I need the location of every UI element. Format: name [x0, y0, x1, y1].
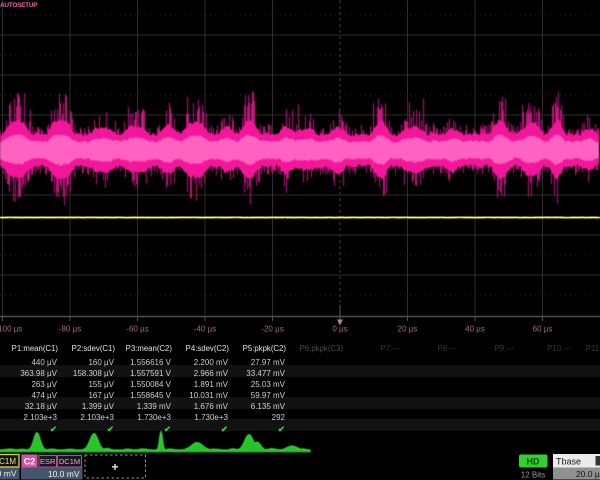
svg-text:59.97 mV: 59.97 mV [251, 391, 286, 400]
svg-text:1.891 mV: 1.891 mV [194, 380, 229, 389]
svg-text:6.135 mV: 6.135 mV [251, 402, 286, 411]
svg-text:✔: ✔ [107, 424, 114, 434]
svg-text:P4:sdev(C2): P4:sdev(C2) [186, 344, 230, 353]
svg-text:1.730e+3: 1.730e+3 [137, 413, 171, 422]
svg-text:20 µs: 20 µs [398, 325, 418, 334]
svg-text:10.0 mV: 10.0 mV [48, 469, 80, 479]
svg-text:158.308 µV: 158.308 µV [73, 369, 115, 378]
svg-text:Tbase: Tbase [556, 457, 581, 467]
svg-text:-100 µs: -100 µs [0, 325, 22, 334]
svg-text:160 µV: 160 µV [88, 358, 114, 367]
svg-text:25.03 mV: 25.03 mV [251, 380, 286, 389]
svg-text:DC1M: DC1M [0, 457, 16, 466]
svg-text:✔: ✔ [278, 424, 285, 434]
svg-text:-40 µs: -40 µs [194, 325, 216, 334]
svg-text:1.558645 V: 1.558645 V [130, 391, 172, 400]
svg-text:P5:pkpk(C2): P5:pkpk(C2) [243, 344, 287, 353]
svg-text:32.18 µV: 32.18 µV [25, 402, 58, 411]
svg-text:P11:---: P11:--- [586, 344, 600, 353]
svg-text:5.0 mV: 5.0 mV [0, 469, 17, 479]
svg-text:1.339 mV: 1.339 mV [137, 402, 172, 411]
svg-text:P8:---: P8:--- [438, 344, 458, 353]
svg-text:HD: HD [527, 457, 540, 467]
svg-text:2.966 mV: 2.966 mV [194, 369, 229, 378]
svg-text:+: + [111, 460, 118, 474]
svg-text:155 µV: 155 µV [88, 380, 114, 389]
svg-text:60 µs: 60 µs [533, 325, 553, 334]
svg-text:AUTOSETUP: AUTOSETUP [0, 2, 38, 9]
svg-text:0 µs: 0 µs [332, 325, 347, 334]
svg-text:-60 µs: -60 µs [126, 325, 148, 334]
svg-text:1.557591 V: 1.557591 V [130, 369, 172, 378]
svg-text:P1:mean(C1): P1:mean(C1) [12, 344, 59, 353]
svg-text:474 µV: 474 µV [31, 391, 57, 400]
svg-text:1.399 µV: 1.399 µV [82, 402, 115, 411]
svg-text:1.550084 V: 1.550084 V [130, 380, 172, 389]
svg-text:-80 µs: -80 µs [59, 325, 81, 334]
svg-text:P10:---: P10:--- [547, 344, 571, 353]
svg-text:167 µV: 167 µV [88, 391, 114, 400]
svg-text:ESR: ESR [40, 457, 56, 466]
svg-text:P9:---: P9:--- [495, 344, 515, 353]
svg-text:2.103e+3: 2.103e+3 [23, 413, 57, 422]
svg-text:363.98 µV: 363.98 µV [20, 369, 57, 378]
svg-text:P3:mean(C2): P3:mean(C2) [126, 344, 173, 353]
svg-text:20.0 µs: 20.0 µs [576, 469, 600, 479]
svg-text:C2: C2 [24, 457, 36, 467]
svg-text:✔: ✔ [221, 424, 228, 434]
svg-text:1.676 mV: 1.676 mV [194, 402, 229, 411]
svg-text:P7:---: P7:--- [381, 344, 401, 353]
svg-text:✔: ✔ [164, 424, 171, 434]
svg-text:440 µV: 440 µV [31, 358, 57, 367]
svg-text:P2:sdev(C1): P2:sdev(C1) [72, 344, 116, 353]
svg-text:✔: ✔ [50, 424, 57, 434]
svg-text:292: 292 [272, 413, 286, 422]
svg-text:-20 µs: -20 µs [261, 325, 283, 334]
svg-text:1.556616 V: 1.556616 V [130, 358, 172, 367]
svg-text:1.730e+3: 1.730e+3 [194, 413, 228, 422]
svg-text:10.031 mV: 10.031 mV [189, 391, 228, 400]
svg-text:33.477 mV: 33.477 mV [246, 369, 285, 378]
svg-text:P6:pkpk(C3): P6:pkpk(C3) [300, 344, 344, 353]
svg-text:263 µV: 263 µV [31, 380, 57, 389]
svg-text:2.200 mV: 2.200 mV [194, 358, 229, 367]
svg-text:27.97 mV: 27.97 mV [251, 358, 286, 367]
svg-text:12 Bits: 12 Bits [521, 471, 545, 480]
svg-text:DC1M: DC1M [59, 457, 80, 466]
svg-text:2.103e+3: 2.103e+3 [80, 413, 114, 422]
svg-text:40 µs: 40 µs [465, 325, 485, 334]
